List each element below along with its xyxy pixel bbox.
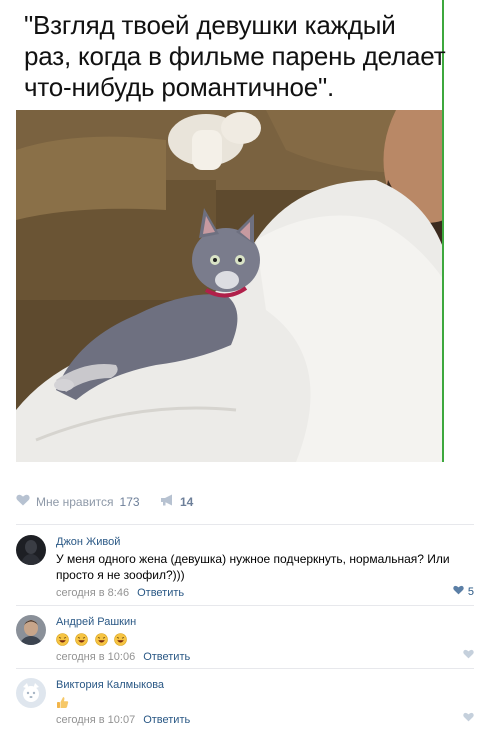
laughing-emoji-icon [114,633,127,647]
avatar[interactable] [16,678,46,708]
divider [16,668,474,669]
megaphone-icon [160,494,174,509]
divider [16,605,474,606]
caption-line-2: раз, когда в фильме парень делает [24,41,446,71]
heart-icon [453,585,464,598]
comment-time[interactable]: сегодня в 10:06 [56,651,135,663]
comment-item: Андрей Рашкин сегодня в 10:06 Ответить [16,615,476,667]
heart-icon [463,712,474,725]
caption-line-1: "Взгляд твоей девушки каждый [24,10,396,40]
comment-text: У меня одного жена (девушка) нужное подч… [56,552,450,582]
caption-line-3: что-нибудь романтичное". [24,72,335,102]
share-count: 14 [180,494,194,509]
laughing-emoji-icon [94,633,108,647]
post-photo[interactable] [16,110,444,462]
comment-like-button[interactable] [463,712,474,725]
wall-post: "Взгляд твоей девушки каждый раз, когда … [0,0,491,735]
heart-icon [16,494,30,509]
comment-time[interactable]: сегодня в 10:07 [56,714,135,726]
comment-like-button[interactable] [463,649,474,662]
reply-button[interactable]: Ответить [143,651,190,663]
comment-body: Виктория Калмыкова сегодня в 10:07 Ответи… [56,678,476,727]
heart-icon [463,649,474,662]
comment-meta: сегодня в 10:07 Ответить [56,713,476,727]
avatar[interactable] [16,535,46,565]
comment-body: Андрей Рашкин сегодня в 10:06 Ответить [56,615,476,664]
comment-meta: сегодня в 8:46 Ответить [56,586,476,600]
comment-time[interactable]: сегодня в 8:46 [56,587,129,599]
laughing-emoji-icon [56,633,69,647]
comment-like-button[interactable]: 5 [453,585,474,598]
share-button[interactable]: 14 [160,494,193,509]
comment-emoji-row [56,694,471,710]
comment-emoji-row [56,631,471,647]
reply-button[interactable]: Ответить [137,587,184,599]
comment-item: Виктория Калмыкова сегодня в 10:07 Ответи… [16,678,476,730]
comment-meta: сегодня в 10:06 Ответить [56,650,476,664]
comment-author[interactable]: Виктория Калмыкова [56,678,476,692]
post-actions: Мне нравится 173 14 [16,486,476,520]
comment-like-count: 5 [467,585,474,598]
comment-body: Джон Живой У меня одного жена (девушка) … [56,535,476,600]
thumbs-up-emoji-icon [56,696,69,709]
like-label: Мне нравится [36,494,114,509]
comment-author[interactable]: Андрей Рашкин [56,615,476,629]
avatar[interactable] [16,615,46,645]
comment-item: Джон Живой У меня одного жена (девушка) … [16,535,476,605]
photo-illustration [16,110,442,462]
reply-button[interactable]: Ответить [143,714,190,726]
like-button[interactable]: Мне нравится 173 [16,494,140,509]
comment-author[interactable]: Джон Живой [56,535,476,549]
meme-caption: "Взгляд твоей девушки каждый раз, когда … [16,0,446,110]
meme-caption-text: "Взгляд твоей девушки каждый раз, когда … [24,10,448,103]
like-count: 173 [119,494,140,509]
laughing-emoji-icon [75,633,89,647]
divider [16,524,474,525]
